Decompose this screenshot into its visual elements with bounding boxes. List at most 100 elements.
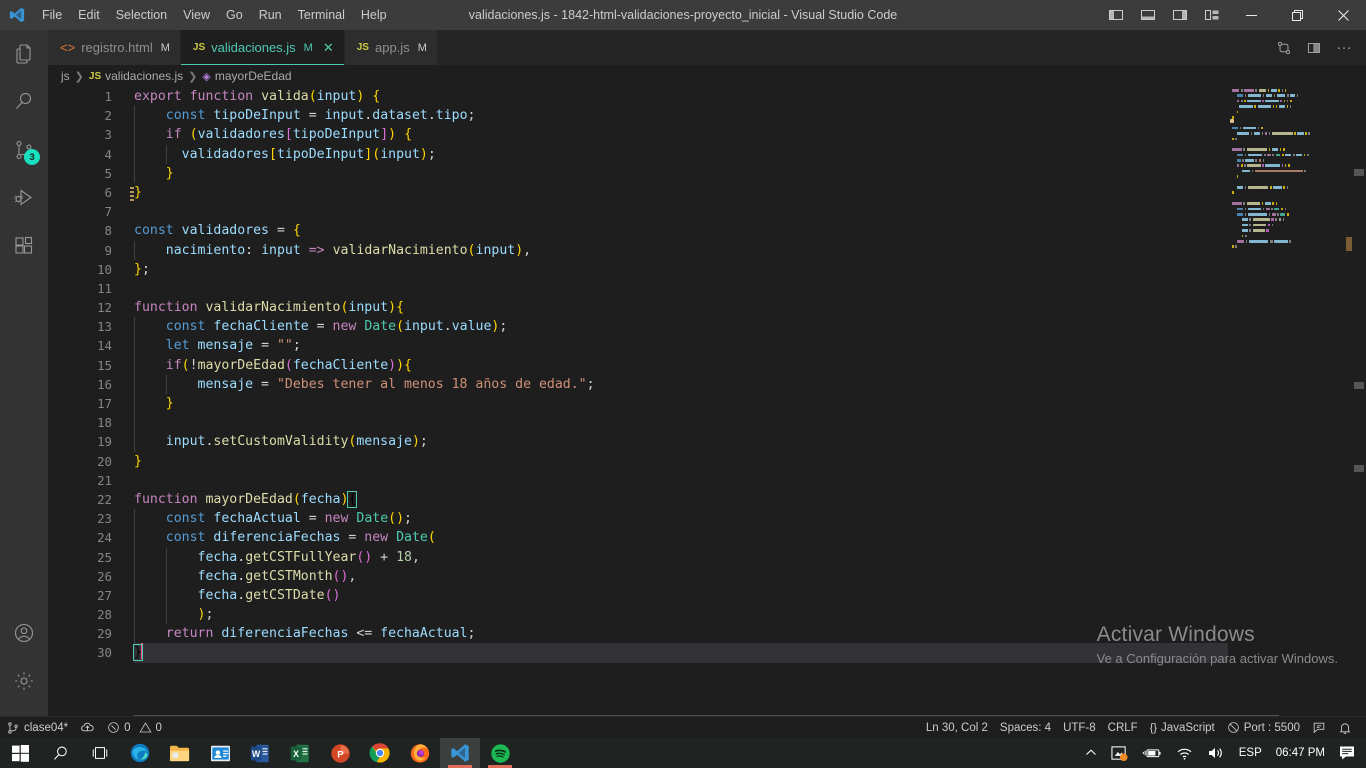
- code-token: ,: [523, 242, 532, 258]
- run-and-debug-icon[interactable]: [0, 174, 48, 222]
- tab-app-js[interactable]: JS app.js M: [344, 30, 438, 65]
- tab-registro-html[interactable]: <> registro.html M: [48, 30, 181, 65]
- code-line[interactable]: 19 input.setCustomValidity(mensaje);: [48, 432, 1366, 452]
- code-line[interactable]: 28 );: [48, 605, 1366, 625]
- tray-battery-charging-icon[interactable]: [1135, 738, 1169, 768]
- code-line[interactable]: 3 if (validadores[tipoDeInput]) {: [48, 125, 1366, 145]
- menu-view[interactable]: View: [175, 0, 218, 30]
- code-line[interactable]: 9 nacimiento: input => validarNacimiento…: [48, 240, 1366, 260]
- menu-selection[interactable]: Selection: [108, 0, 175, 30]
- code-token: const: [134, 223, 174, 239]
- search-icon[interactable]: [0, 78, 48, 126]
- extensions-icon[interactable]: [0, 222, 48, 270]
- code-line[interactable]: 2 const tipoDeInput = input.dataset.tipo…: [48, 106, 1366, 126]
- status-sync[interactable]: [74, 717, 101, 739]
- customize-layout-icon[interactable]: [1196, 0, 1228, 30]
- code-line[interactable]: 16 mensaje = "Debes tener al menos 18 añ…: [48, 374, 1366, 394]
- show-hidden-icons-chevron[interactable]: [1078, 738, 1104, 768]
- code-line[interactable]: 11: [48, 279, 1366, 298]
- code-line[interactable]: 8 const validadores = {: [48, 221, 1366, 240]
- code-line[interactable]: 4 validadores[tipoDeInput](input);: [48, 144, 1366, 164]
- explorer-icon[interactable]: [0, 30, 48, 78]
- more-actions-icon[interactable]: ···: [1330, 30, 1358, 65]
- toggle-secondary-sidebar-icon[interactable]: [1164, 0, 1196, 30]
- code-line[interactable]: 7: [48, 202, 1366, 221]
- tray-clock[interactable]: 06:47 PM: [1269, 738, 1332, 768]
- close-button[interactable]: [1320, 0, 1366, 30]
- code-line[interactable]: 25 fecha.getCSTFullYear() + 18,: [48, 547, 1366, 567]
- code-line[interactable]: 12 function validarNacimiento(input){: [48, 298, 1366, 317]
- menu-edit[interactable]: Edit: [70, 0, 108, 30]
- status-eol[interactable]: CRLF: [1102, 717, 1144, 739]
- taskbar-file-explorer[interactable]: [160, 738, 200, 768]
- taskbar-firefox[interactable]: [400, 738, 440, 768]
- status-cursor-position[interactable]: Ln 30, Col 2: [920, 717, 994, 739]
- taskbar-chrome[interactable]: [360, 738, 400, 768]
- code-line[interactable]: 20}: [48, 452, 1366, 471]
- breadcrumb-folder-js[interactable]: js: [61, 69, 70, 83]
- minimap-slider[interactable]: [1242, 87, 1366, 721]
- code-line[interactable]: 26 fecha.getCSTMonth(),: [48, 566, 1366, 586]
- code-line[interactable]: 17 }: [48, 394, 1366, 414]
- taskbar-powerpoint[interactable]: P: [320, 738, 360, 768]
- code-line[interactable]: 10};: [48, 260, 1366, 279]
- split-editor-icon[interactable]: [1300, 30, 1328, 65]
- maximize-button[interactable]: [1274, 0, 1320, 30]
- status-feedback[interactable]: [1306, 717, 1332, 739]
- minimize-button[interactable]: [1228, 0, 1274, 30]
- tray-language[interactable]: ESP: [1232, 738, 1269, 768]
- menu-help[interactable]: Help: [353, 0, 395, 30]
- code-line[interactable]: 21: [48, 471, 1366, 490]
- code-line[interactable]: 18: [48, 413, 1366, 433]
- status-indentation[interactable]: Spaces: 4: [994, 717, 1057, 739]
- code-line[interactable]: 6}: [48, 183, 1366, 202]
- menu-terminal[interactable]: Terminal: [290, 0, 353, 30]
- code-line[interactable]: 5 }: [48, 163, 1366, 183]
- code-line[interactable]: 27 fecha.getCSTDate(): [48, 585, 1366, 606]
- code-line[interactable]: 23 const fechaActual = new Date();: [48, 509, 1366, 529]
- status-encoding[interactable]: UTF-8: [1057, 717, 1102, 739]
- code-token: new: [324, 511, 349, 527]
- task-view-button[interactable]: [80, 738, 120, 768]
- status-live-server-port[interactable]: Port : 5500: [1221, 717, 1306, 739]
- status-notifications[interactable]: [1332, 717, 1358, 739]
- breadcrumb-symbol-mayordeedad[interactable]: mayorDeEdad: [215, 69, 292, 83]
- taskbar-word[interactable]: W: [240, 738, 280, 768]
- code-line[interactable]: 15 if(!mayorDeEdad(fechaCliente)){: [48, 355, 1366, 375]
- tray-volume-icon[interactable]: [1200, 738, 1232, 768]
- code-line[interactable]: 13 const fechaCliente = new Date(input.v…: [48, 317, 1366, 337]
- status-language-mode[interactable]: {} JavaScript: [1144, 717, 1221, 739]
- notification-center-icon[interactable]: [1332, 738, 1362, 768]
- source-control-icon[interactable]: 3: [0, 126, 48, 174]
- status-problems[interactable]: 0 0: [101, 717, 168, 739]
- tab-validaciones-js[interactable]: JS validaciones.js M ✕: [180, 30, 345, 65]
- accounts-icon[interactable]: [0, 609, 48, 657]
- search-taskbar-button[interactable]: [40, 738, 80, 768]
- start-button[interactable]: [0, 738, 40, 768]
- taskbar-vscode[interactable]: [440, 738, 480, 768]
- code-line[interactable]: 1 export function valida(input) {: [48, 87, 1366, 106]
- code-line[interactable]: 24 const diferenciaFechas = new Date(: [48, 528, 1366, 548]
- menu-run[interactable]: Run: [251, 0, 290, 30]
- code-line[interactable]: 22 function mayorDeEdad(fecha){: [48, 490, 1366, 509]
- taskbar-edge[interactable]: [120, 738, 160, 768]
- status-branch[interactable]: clase04*: [0, 717, 74, 739]
- code-line[interactable]: 14 let mensaje = "";: [48, 336, 1366, 356]
- manage-settings-icon[interactable]: [0, 657, 48, 705]
- close-icon[interactable]: ✕: [323, 41, 334, 54]
- code-editor[interactable]: 1 export function valida(input) {2 const …: [48, 87, 1366, 721]
- editor-vertical-scrollbar[interactable]: [1352, 87, 1366, 721]
- taskbar-excel[interactable]: X: [280, 738, 320, 768]
- taskbar-mail[interactable]: [200, 738, 240, 768]
- code-line[interactable]: 30}: [48, 643, 1366, 663]
- split-editor-orientation-icon[interactable]: [1270, 30, 1298, 65]
- tray-onedrive-sync-icon[interactable]: [1104, 738, 1135, 768]
- taskbar-spotify[interactable]: [480, 738, 520, 768]
- toggle-primary-sidebar-icon[interactable]: [1100, 0, 1132, 30]
- toggle-panel-icon[interactable]: [1132, 0, 1164, 30]
- menu-go[interactable]: Go: [218, 0, 251, 30]
- breadcrumb-file-validaciones[interactable]: validaciones.js: [105, 69, 183, 83]
- code-line[interactable]: 29 return diferenciaFechas <= fechaActua…: [48, 624, 1366, 644]
- menu-file[interactable]: File: [34, 0, 70, 30]
- tray-wifi-icon[interactable]: [1169, 738, 1200, 768]
